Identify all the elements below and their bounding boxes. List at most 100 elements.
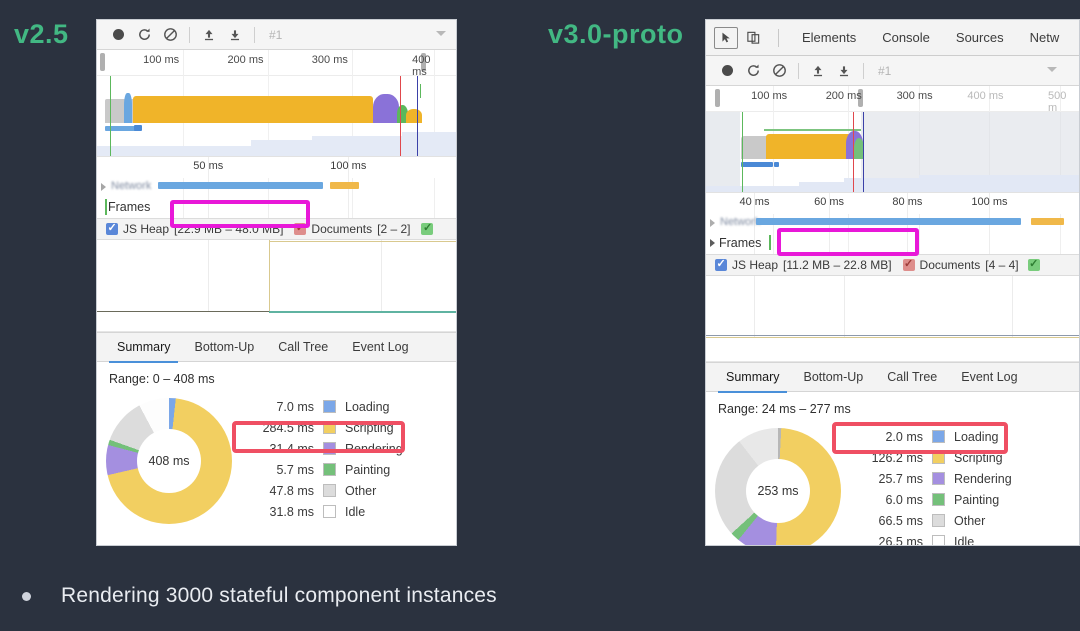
counter-label: JS Heap <box>732 258 779 272</box>
clear-icon[interactable] <box>766 60 792 82</box>
upload-icon[interactable] <box>196 24 222 46</box>
legend-swatch-other <box>323 484 336 497</box>
checkbox-checked-icon[interactable] <box>715 257 727 271</box>
device-toolbar-icon[interactable] <box>740 26 766 50</box>
record-dot-icon[interactable] <box>105 24 131 46</box>
overview-flamechart-left[interactable] <box>97 76 456 156</box>
legend-swatch-idle <box>323 505 336 518</box>
ruler-tick: 300 ms <box>896 90 933 102</box>
legend-label: Rendering <box>954 471 1012 486</box>
legend-value: 126.2 ms <box>871 450 923 465</box>
checkbox-checked-icon[interactable] <box>294 221 307 235</box>
session-label-left[interactable]: #1 <box>269 28 282 42</box>
ruler-tick: 400 ms <box>967 90 1004 102</box>
legend-swatch-other <box>932 514 945 527</box>
tab-event-log[interactable]: Event Log <box>949 363 1029 392</box>
tab-bottom-up[interactable]: Bottom-Up <box>182 333 266 362</box>
session-label-right[interactable]: #1 <box>878 64 891 78</box>
counter-value: [11.2 MB – 22.8 MB] <box>783 258 892 272</box>
tab-summary[interactable]: Summary <box>105 333 182 363</box>
toolbar-divider <box>189 26 190 43</box>
tab-event-log[interactable]: Event Log <box>340 333 420 362</box>
tab-console[interactable]: Console <box>869 20 943 56</box>
legend-label: Loading <box>954 429 999 444</box>
expand-triangle-icon[interactable] <box>710 239 715 247</box>
record-toolbar-right: #1 <box>706 56 1079 86</box>
summary-body-right: 253 ms 2.0 ms Loading 126.2 ms Scripting… <box>706 416 1079 546</box>
counter-js-heap-right[interactable]: JS Heap [11.2 MB – 22.8 MB] <box>715 257 892 272</box>
counter-nodes-right[interactable] <box>1027 257 1040 271</box>
counters-graph-footer-left <box>97 312 456 332</box>
legend-item: 31.4 ms Rendering <box>251 438 403 459</box>
legend-item: 284.5 ms Scripting <box>251 417 403 438</box>
overview-ruler-left: 100 ms 200 ms 300 ms 400 ms <box>97 50 456 275</box>
counter-documents-left[interactable]: Documents [2 – 2] <box>294 221 411 236</box>
download-icon[interactable] <box>831 60 857 82</box>
counter-js-heap-left[interactable]: JS Heap [22.9 MB – 48.0 MB] <box>106 221 284 236</box>
chevron-down-icon[interactable] <box>436 31 446 36</box>
legend-value: 7.0 ms <box>276 399 314 414</box>
toolbar-divider-2 <box>863 62 864 79</box>
counter-label: Documents <box>919 258 981 272</box>
tab-elements[interactable]: Elements <box>789 20 869 56</box>
detail-ruler-left: 50 ms 100 ms <box>97 156 456 229</box>
devtools-panel-v25: #1 100 ms 200 ms 300 ms 400 ms 50 ms 100… <box>96 19 457 546</box>
tab-sources[interactable]: Sources <box>943 20 1017 56</box>
toolbar-divider <box>798 62 799 79</box>
tab-call-tree[interactable]: Call Tree <box>266 333 340 362</box>
inspect-cursor-icon[interactable] <box>714 26 738 49</box>
track-frames-right[interactable]: Frames <box>706 233 1079 254</box>
tab-network[interactable]: Netw <box>1017 20 1073 56</box>
overview-ruler-right: 100 ms 200 ms 300 ms 400 ms 500 m <box>706 86 1079 311</box>
legend-label: Other <box>954 513 986 528</box>
toolbar-divider-2 <box>254 26 255 43</box>
track-frames-left[interactable]: Frames <box>97 197 456 218</box>
slide-root: v2.5 #1 100 ms 200 ms 300 ms 400 ms 50 m… <box>0 0 1080 631</box>
legend-value: 31.8 ms <box>269 504 314 519</box>
bullet-icon <box>22 591 31 601</box>
legend-item: 126.2 ms Scripting <box>860 447 1012 468</box>
upload-icon[interactable] <box>805 60 831 82</box>
legend-swatch-rendering <box>323 442 336 455</box>
record-dot-icon[interactable] <box>714 60 740 82</box>
legend-item: 66.5 ms Other <box>860 510 1012 531</box>
detail-ruler-tick: 50 ms <box>193 160 224 172</box>
download-icon[interactable] <box>222 24 248 46</box>
legend-item: 6.0 ms Painting <box>860 489 1012 510</box>
counters-row-right: JS Heap [11.2 MB – 22.8 MB] Documents [4… <box>706 254 1079 276</box>
counter-documents-right[interactable]: Documents [4 – 4] <box>902 257 1019 272</box>
checkbox-checked-icon[interactable] <box>106 221 118 235</box>
tab-call-tree[interactable]: Call Tree <box>875 363 949 392</box>
chevron-down-icon[interactable] <box>1047 67 1057 72</box>
checkbox-checked-icon[interactable] <box>421 221 434 235</box>
counter-value: [2 – 2] <box>377 222 411 236</box>
legend-value: 47.8 ms <box>269 483 314 498</box>
checkbox-checked-icon[interactable] <box>1027 257 1040 271</box>
track-label: Network <box>720 216 761 228</box>
counters-graph-left[interactable] <box>97 240 456 313</box>
reload-icon[interactable] <box>740 60 766 82</box>
detail-ruler-tick: 40 ms <box>739 196 770 208</box>
overview-flamechart-right[interactable] <box>706 112 1079 192</box>
summary-tabs-right: Summary Bottom-Up Call Tree Event Log <box>706 362 1079 393</box>
tab-bottom-up[interactable]: Bottom-Up <box>791 363 875 392</box>
legend-label: Painting <box>345 462 391 477</box>
tab-summary[interactable]: Summary <box>714 363 791 393</box>
counter-nodes-left[interactable] <box>421 221 434 235</box>
version-label-right: v3.0-proto <box>548 19 684 49</box>
legend-value: 284.5 ms <box>262 420 314 435</box>
legend-label: Idle <box>954 534 975 546</box>
legend-value: 66.5 ms <box>878 513 923 528</box>
counter-label: Documents <box>311 222 373 236</box>
legend-swatch-painting <box>932 493 945 506</box>
clear-icon[interactable] <box>157 24 183 46</box>
legend-item: 5.7 ms Painting <box>251 459 403 480</box>
checkbox-checked-icon[interactable] <box>902 257 915 271</box>
counter-value: [22.9 MB – 48.0 MB] <box>174 222 284 236</box>
track-network-left[interactable]: Network <box>97 178 456 197</box>
counters-graph-right[interactable] <box>706 276 1079 338</box>
track-network-right[interactable]: Network <box>706 214 1079 233</box>
legend-item: 31.8 ms Idle <box>251 501 403 522</box>
legend-item: 25.7 ms Rendering <box>860 468 1012 489</box>
reload-icon[interactable] <box>131 24 157 46</box>
